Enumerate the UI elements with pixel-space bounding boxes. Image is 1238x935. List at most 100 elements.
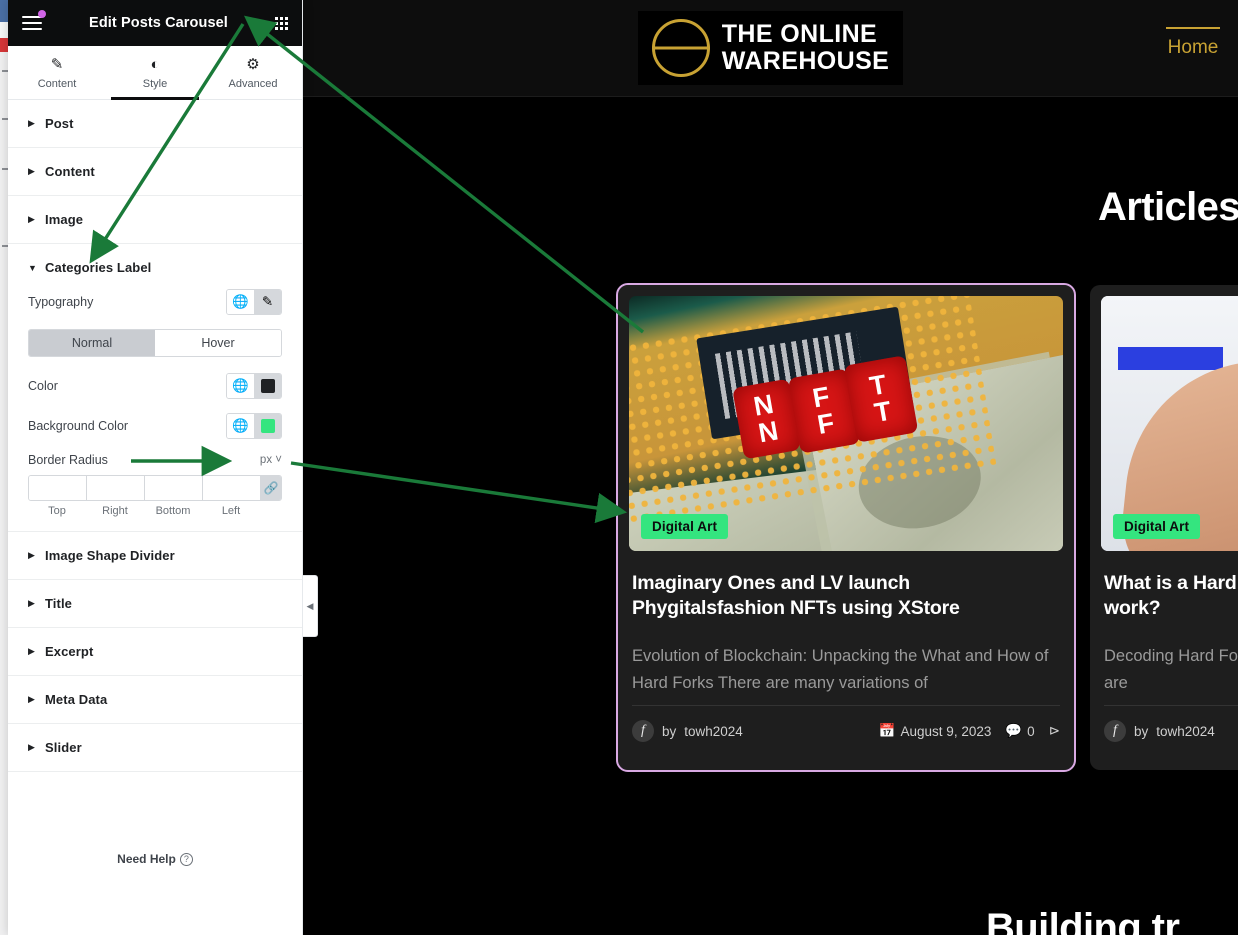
- site-preview: THE ONLINE WAREHOUSE Home Articles NN FF…: [303, 0, 1238, 935]
- section-image[interactable]: ▶ Image: [8, 196, 302, 244]
- tab-style[interactable]: ◐ Style: [106, 46, 204, 99]
- category-badge[interactable]: Digital Art: [1113, 514, 1201, 539]
- post-comments-count: 0: [1027, 723, 1035, 739]
- color-control-group: 🌐: [226, 373, 282, 399]
- globe-icon[interactable]: 🌐: [227, 290, 254, 314]
- tab-content-label: Content: [37, 78, 77, 90]
- link-icon[interactable]: 🔗: [261, 476, 281, 500]
- contrast-icon: ◐: [150, 56, 160, 73]
- post-meta-right: 📅 August 9, 2023 💬 0 ⊳: [879, 723, 1060, 739]
- post-comments[interactable]: 💬 0: [1005, 723, 1034, 739]
- color-swatch: [260, 379, 275, 393]
- panel-tabs: ✎ Content ◐ Style ⚙ Advanced: [8, 46, 302, 100]
- post-card-meta: f by towh2024 📅 August 9, 2023 💬 0 ⊳: [632, 705, 1060, 742]
- border-radius-top-input[interactable]: [29, 476, 87, 500]
- section-categories-label[interactable]: ▼ Categories Label: [8, 244, 302, 285]
- section-post-label: Post: [45, 116, 74, 131]
- hand-phone-image: [1101, 296, 1238, 551]
- avatar: f: [1104, 720, 1126, 742]
- section-content-label: Content: [45, 164, 95, 179]
- section-slider-label: Slider: [45, 740, 82, 755]
- site-logo[interactable]: THE ONLINE WAREHOUSE: [637, 11, 904, 85]
- section-image-shape-divider[interactable]: ▶ Image Shape Divider: [8, 531, 302, 580]
- post-card-body: What is a Hard Fork and how does this me…: [1090, 551, 1238, 697]
- section-excerpt-label: Excerpt: [45, 644, 94, 659]
- category-badge[interactable]: Digital Art: [641, 514, 729, 539]
- section-excerpt[interactable]: ▶ Excerpt: [8, 628, 302, 676]
- post-date-label: August 9, 2023: [900, 723, 992, 739]
- panel-header: Edit Posts Carousel: [8, 0, 302, 46]
- color-swatch-button[interactable]: [254, 374, 281, 398]
- section-image-shape-divider-label: Image Shape Divider: [45, 548, 175, 563]
- section-meta-data[interactable]: ▶ Meta Data: [8, 676, 302, 724]
- border-radius-bottom-input[interactable]: [145, 476, 203, 500]
- section-post[interactable]: ▶ Post: [8, 100, 302, 148]
- border-radius-unit-selector[interactable]: px ˅: [260, 454, 282, 466]
- author-name[interactable]: towh2024: [684, 724, 743, 739]
- chevron-right-icon: ▶: [28, 214, 35, 224]
- panel-collapse-button[interactable]: ◀: [303, 575, 318, 637]
- section-title-label: Title: [45, 596, 72, 611]
- border-radius-header-row: Border Radius px ˅: [28, 453, 282, 467]
- post-card-title[interactable]: Imaginary Ones and LV launch Phygitalsfa…: [632, 571, 1060, 621]
- comment-icon: 💬: [1005, 723, 1023, 738]
- border-radius-left-input[interactable]: [203, 476, 261, 500]
- tab-advanced[interactable]: ⚙ Advanced: [204, 46, 302, 99]
- chevron-right-icon: ▶: [28, 118, 35, 128]
- share-icon[interactable]: ⊳: [1049, 723, 1060, 739]
- tab-advanced-label: Advanced: [228, 78, 278, 90]
- post-card[interactable]: Digital Art What is a Hard Fork and how …: [1090, 285, 1238, 770]
- border-radius-right-label: Right: [102, 505, 128, 517]
- post-card-title[interactable]: What is a Hard Fork and how does this me…: [1104, 571, 1238, 621]
- pencil-icon: ✎: [50, 56, 64, 73]
- post-author: f by towh2024: [632, 720, 743, 742]
- need-help-label: Need Help: [117, 852, 176, 866]
- chevron-right-icon: ▶: [28, 166, 35, 176]
- color-label: Color: [28, 379, 58, 393]
- border-radius-side-labels: Top Right Bottom Left: [28, 505, 282, 517]
- typography-label: Typography: [28, 295, 94, 309]
- background-color-row: Background Color 🌐: [28, 413, 282, 439]
- section-image-label: Image: [45, 212, 84, 227]
- need-help-link[interactable]: Need Help?: [8, 852, 302, 866]
- section-title[interactable]: ▶ Title: [8, 580, 302, 628]
- site-header: THE ONLINE WAREHOUSE Home: [303, 0, 1238, 97]
- notification-dot-icon: [38, 10, 46, 18]
- nav-item-home[interactable]: Home: [1166, 27, 1220, 59]
- post-card-image[interactable]: Digital Art: [1101, 296, 1238, 551]
- section-content[interactable]: ▶ Content: [8, 148, 302, 196]
- post-card-excerpt: Decoding Hard Forks: The Evolution of Bl…: [1104, 647, 1238, 692]
- chevron-right-icon: ▶: [28, 742, 35, 752]
- border-radius-label: Border Radius: [28, 453, 108, 467]
- section-slider[interactable]: ▶ Slider: [8, 724, 302, 772]
- color-row: Color 🌐: [28, 373, 282, 399]
- calendar-icon: 📅: [878, 723, 896, 738]
- section-categories-label-title: Categories Label: [45, 260, 152, 275]
- page-title: Edit Posts Carousel: [89, 15, 228, 31]
- grid-apps-icon[interactable]: [275, 16, 288, 30]
- chevron-down-icon: ▼: [28, 262, 37, 273]
- background-color-control-group: 🌐: [226, 413, 282, 439]
- background-color-swatch-button[interactable]: [254, 414, 281, 438]
- globe-icon[interactable]: 🌐: [227, 374, 254, 398]
- border-radius-right-input[interactable]: [87, 476, 145, 500]
- avatar: f: [632, 720, 654, 742]
- logo-line-1: THE ONLINE: [721, 20, 878, 48]
- border-radius-bottom-label: Bottom: [155, 505, 191, 517]
- post-card[interactable]: NN FF TT Digital Art Imaginary Ones and …: [616, 283, 1076, 772]
- border-radius-top-label: Top: [48, 505, 66, 517]
- globe-icon[interactable]: 🌐: [227, 414, 254, 438]
- chevron-right-icon: ▶: [28, 598, 35, 608]
- nft-dice-image: NN FF TT: [629, 296, 1063, 551]
- state-normal-button[interactable]: Normal: [29, 330, 155, 356]
- tab-content[interactable]: ✎ Content: [8, 46, 106, 99]
- author-name[interactable]: towh2024: [1156, 724, 1215, 739]
- gear-icon: ⚙: [246, 56, 260, 73]
- hamburger-icon[interactable]: [22, 10, 46, 31]
- post-card-image[interactable]: NN FF TT Digital Art: [629, 296, 1063, 551]
- post-date: 📅 August 9, 2023: [879, 723, 992, 739]
- chevron-right-icon: ▶: [28, 646, 35, 656]
- typography-edit-button[interactable]: ✎: [254, 290, 281, 314]
- state-hover-button[interactable]: Hover: [155, 330, 281, 356]
- post-card-meta: f by towh2024: [1104, 705, 1238, 742]
